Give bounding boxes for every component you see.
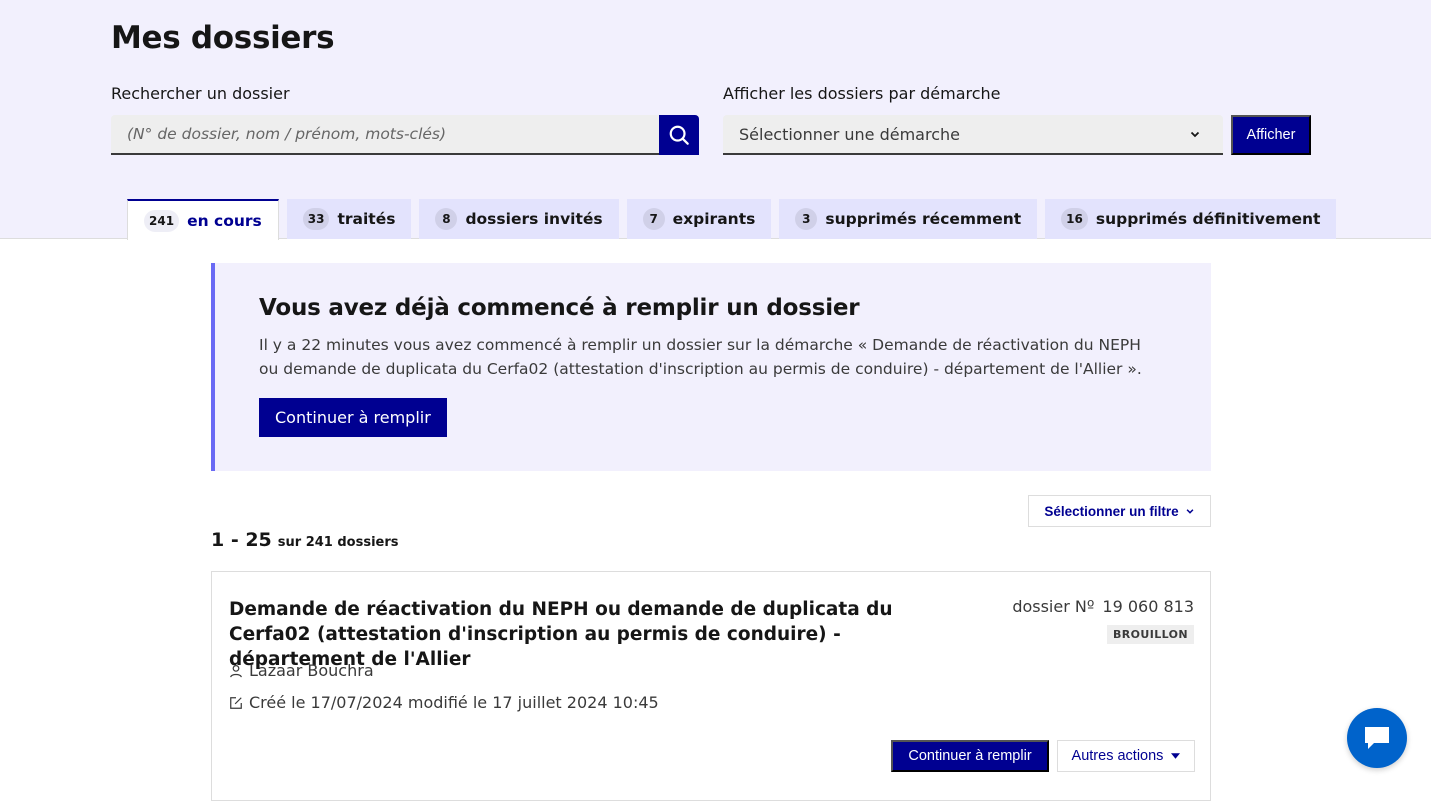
tab-supprimes-definitivement[interactable]: 16 supprimés définitivement: [1045, 199, 1337, 239]
tab-supprimes-recemment[interactable]: 3 supprimés récemment: [779, 199, 1038, 239]
other-actions-label: Autres actions: [1071, 748, 1164, 764]
procedure-label: Afficher les dossiers par démarche: [723, 84, 1001, 103]
search-group: [111, 115, 699, 155]
status-badge: BROUILLON: [1106, 625, 1194, 644]
dossier-number-label: dossier Nº: [1012, 597, 1095, 616]
search-input[interactable]: [111, 115, 659, 155]
header-section: Mes dossiers Rechercher un dossier Affic…: [0, 0, 1431, 240]
dossier-number: dossier Nº 19 060 813: [1012, 597, 1194, 616]
user-icon: [230, 664, 242, 677]
tab-label: supprimés définitivement: [1095, 210, 1321, 228]
filter-label: Sélectionner un filtre: [1044, 503, 1179, 519]
tab-label: traités: [337, 210, 396, 228]
tab-count: 16: [1061, 208, 1088, 230]
chevron-down-icon: [1186, 509, 1194, 514]
dossier-number-value: 19 060 813: [1102, 597, 1194, 616]
dossier-dates-text: Créé le 17/07/2024 modifié le 17 juillet…: [249, 693, 659, 712]
tab-count: 8: [435, 208, 458, 230]
chat-icon: [1365, 727, 1389, 749]
tab-traites[interactable]: 33 traités: [286, 199, 412, 239]
dossier-user: Lazaar Bouchra: [229, 661, 374, 680]
afficher-button[interactable]: Afficher: [1231, 115, 1311, 155]
callout-text: Il y a 22 minutes vous avez commencé à r…: [259, 336, 1142, 378]
chevron-down-icon: [1190, 131, 1200, 138]
dossier-card: Demande de réactivation du NEPH ou deman…: [211, 571, 1211, 801]
tab-en-cours[interactable]: 241 en cours: [127, 199, 279, 240]
tab-label: dossiers invités: [465, 210, 603, 228]
resume-callout: Vous avez déjà commencé à remplir un dos…: [211, 263, 1211, 471]
tab-dossiers-invites[interactable]: 8 dossiers invités: [419, 199, 619, 239]
callout-title: Vous avez déjà commencé à remplir un dos…: [259, 295, 860, 321]
edit-icon: [230, 696, 242, 709]
tab-count: 33: [302, 208, 330, 230]
results-total: sur 241 dossiers: [277, 535, 399, 550]
page-title: Mes dossiers: [111, 20, 335, 56]
card-continue-button[interactable]: Continuer à remplir: [891, 740, 1049, 772]
filter-select-button[interactable]: Sélectionner un filtre: [1028, 495, 1211, 527]
results-count: 1 - 25 sur 241 dossiers: [211, 529, 399, 551]
chat-button[interactable]: [1347, 708, 1407, 768]
procedure-select-value: Sélectionner une démarche: [739, 124, 960, 144]
continue-filling-button[interactable]: Continuer à remplir: [259, 398, 447, 437]
tab-expirants[interactable]: 7 expirants: [626, 199, 772, 239]
results-range: 1 - 25: [211, 529, 272, 551]
tab-label: supprimés récemment: [825, 210, 1022, 228]
procedure-select[interactable]: Sélectionner une démarche: [723, 115, 1223, 155]
tab-count: 241: [144, 209, 180, 232]
other-actions-button[interactable]: Autres actions: [1057, 740, 1195, 772]
tab-label: expirants: [672, 210, 756, 228]
tabs-bar: 241 en cours 33 traités 8 dossiers invités …: [127, 199, 1337, 240]
tab-count: 7: [642, 208, 665, 230]
search-label: Rechercher un dossier: [111, 84, 290, 103]
search-button[interactable]: [659, 115, 699, 155]
dossier-dates: Créé le 17/07/2024 modifié le 17 juillet…: [229, 693, 659, 712]
tab-count: 3: [795, 208, 818, 230]
search-icon: [669, 125, 689, 145]
caret-down-icon: [1171, 753, 1181, 759]
tab-label: en cours: [187, 211, 262, 230]
dossier-user-name: Lazaar Bouchra: [249, 661, 374, 680]
